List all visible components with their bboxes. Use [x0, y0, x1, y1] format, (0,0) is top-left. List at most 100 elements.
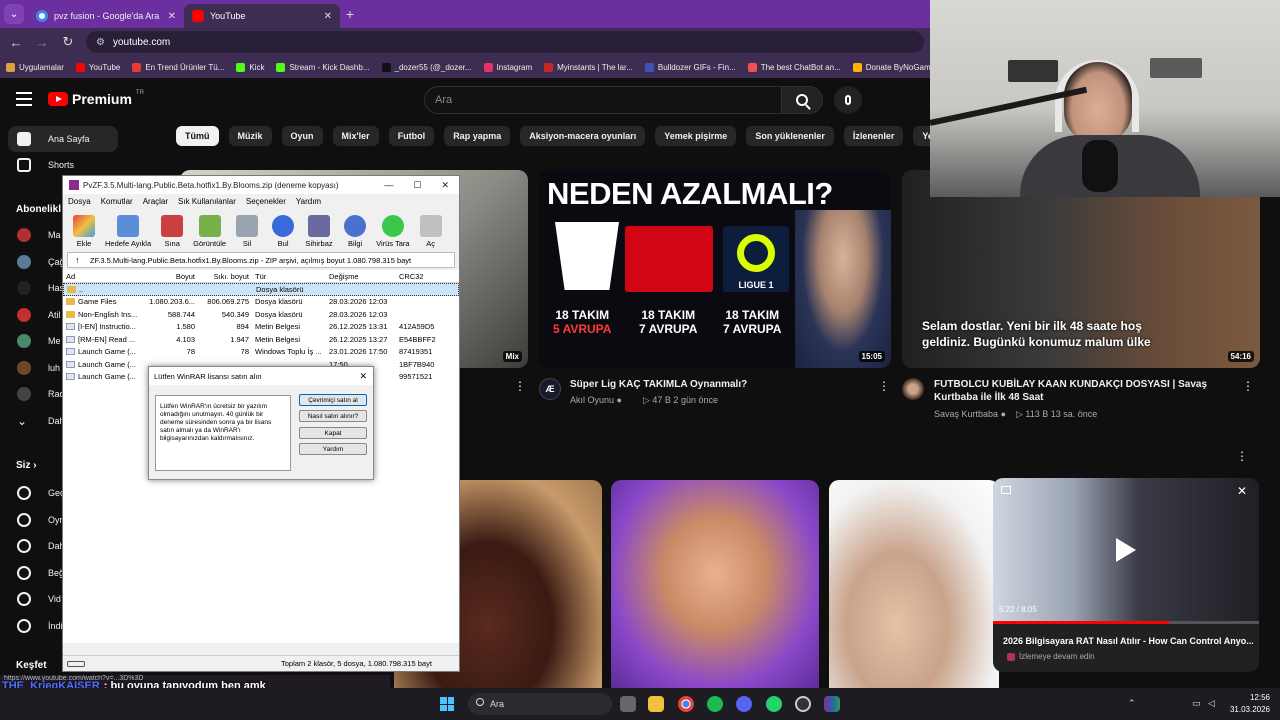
bookmark-item[interactable]: Bulldozer GIFs - Fin...: [644, 62, 736, 72]
close-tab-icon[interactable]: ✕: [324, 11, 332, 22]
start-icon[interactable]: [440, 697, 454, 711]
tab-youtube[interactable]: YouTube ✕: [184, 4, 340, 28]
youtube-logo[interactable]: Premium TR: [48, 90, 144, 107]
search-input[interactable]: Ara: [424, 86, 782, 114]
more-actions-icon[interactable]: ⋮: [1242, 379, 1254, 393]
toolbar-button-wizard[interactable]: Sihirbaz: [304, 215, 334, 248]
taskbar-search[interactable]: Ara: [468, 693, 612, 715]
menu-icon[interactable]: [16, 92, 32, 106]
video-title[interactable]: Süper Lig KAÇ TAKIMLA Oynanmalı?: [570, 378, 870, 391]
help-button[interactable]: Yardım: [299, 443, 367, 455]
winrar-menu-item[interactable]: Araçlar: [143, 197, 168, 206]
column-size[interactable]: Boyut: [141, 272, 195, 281]
file-row[interactable]: [I-EN] Instructio... 1.580 894 Metin Belges…: [63, 321, 459, 334]
toolbar-button-info[interactable]: Bilgi: [340, 215, 370, 248]
chrome-icon[interactable]: [678, 696, 694, 712]
file-row[interactable]: [RM-EN] Read ... 4.103 1.947 Metin Belgesi 2…: [63, 333, 459, 346]
bookmark-item[interactable]: The best ChatBot an...: [747, 62, 841, 72]
reload-button[interactable]: ↻: [60, 34, 76, 50]
video-title[interactable]: FUTBOLCU KUBİLAY KAAN KUNDAKÇI DOSYASI |…: [934, 378, 1224, 404]
filter-chip[interactable]: Futbol: [388, 126, 435, 146]
file-row[interactable]: Non-English Ins... 588.744 540.349 Dosya kl…: [63, 308, 459, 321]
column-type[interactable]: Tür: [249, 272, 329, 281]
close-icon[interactable]: ✕: [1237, 484, 1247, 498]
filter-chip[interactable]: Son yüklenenler: [746, 126, 834, 146]
channel-avatar[interactable]: [902, 378, 924, 400]
minimize-icon[interactable]: —: [384, 180, 393, 191]
column-crc[interactable]: CRC32: [395, 272, 445, 281]
section-more-icon[interactable]: ⋮: [1236, 449, 1248, 463]
tab-google-search[interactable]: pvz fusion - Google'da Ara ✕: [28, 4, 184, 28]
tray-chevron-icon[interactable]: ⌃: [1128, 698, 1136, 709]
bookmark-item[interactable]: Myinstants | The lar...: [544, 62, 633, 72]
winrar-taskbar-icon[interactable]: [824, 696, 840, 712]
file-row[interactable]: Launch Game (... 78 78 Windows Toplu İş ...…: [63, 346, 459, 359]
toolbar-button-extract[interactable]: Hedefe Ayıkla: [105, 215, 151, 248]
winrar-menu-item[interactable]: Yardım: [296, 197, 321, 206]
file-row[interactable]: Game Files 1.080.203.6... 806.069.275 Dosya…: [63, 296, 459, 309]
discord-icon[interactable]: [736, 696, 752, 712]
close-tab-icon[interactable]: ✕: [168, 11, 176, 22]
toolbar-button-find[interactable]: Bul: [268, 215, 298, 248]
shorts-thumbnail-eating[interactable]: [611, 480, 819, 688]
column-name[interactable]: Ad: [63, 272, 141, 281]
bookmark-item[interactable]: Donate ByNoGam: [852, 62, 930, 72]
mini-player[interactable]: 5:22 / 8:05 ✕ 2026 Bilgisayara RAT Nasıl…: [993, 478, 1259, 672]
bookmark-item[interactable]: YouTube: [75, 62, 120, 72]
explorer-icon[interactable]: [648, 696, 664, 712]
filter-chip[interactable]: Oyun: [281, 126, 323, 146]
winrar-menu-item[interactable]: Sık Kullanılanlar: [178, 197, 236, 206]
filter-chip[interactable]: Mix'ler: [332, 126, 379, 146]
filter-chip[interactable]: Müzik: [228, 126, 272, 146]
spotify-icon[interactable]: [707, 696, 723, 712]
bookmark-item[interactable]: _dozer55 (@_dozer...: [381, 62, 472, 72]
back-button[interactable]: ←: [8, 35, 24, 50]
channel-name[interactable]: Akıl Oyunu ●: [570, 395, 622, 405]
taskbar-clock[interactable]: 12:56 31.03.2026: [1230, 692, 1270, 716]
shorts-thumbnail-face[interactable]: [829, 480, 999, 688]
site-info-icon[interactable]: ⚙: [96, 37, 105, 48]
expand-icon[interactable]: [1001, 486, 1011, 494]
more-actions-icon[interactable]: ⋮: [514, 379, 526, 393]
bookmark-item[interactable]: Stream - Kick Dashb...: [276, 62, 370, 72]
url-input[interactable]: ⚙ youtube.com: [86, 31, 924, 53]
winrar-menu-item[interactable]: Dosya: [68, 197, 91, 206]
filter-chip[interactable]: Tümü: [176, 126, 219, 146]
video-thumbnail-kurtbaba[interactable]: Selam dostlar. Yeni bir ilk 48 saate hoş…: [902, 170, 1260, 368]
obs-icon[interactable]: [795, 696, 811, 712]
whatsapp-icon[interactable]: [766, 696, 782, 712]
search-button[interactable]: [781, 86, 823, 114]
volume-icon[interactable]: ◁: [1208, 698, 1215, 709]
you-title[interactable]: Siz ›: [16, 460, 37, 471]
up-icon[interactable]: ↑: [75, 255, 80, 265]
toolbar-button-open[interactable]: Aç: [416, 215, 446, 248]
maximize-icon[interactable]: ☐: [413, 180, 421, 191]
tab-search-button[interactable]: ⌄: [4, 4, 24, 24]
filter-chip[interactable]: Rap yapma: [444, 126, 511, 146]
close-icon[interactable]: ✕: [441, 180, 449, 191]
channel-avatar[interactable]: Æ: [539, 378, 561, 400]
winrar-path-bar[interactable]: ↑ ZF.3.5.Multi-lang.Public.Beta.hotfix1.…: [67, 252, 455, 268]
network-icon[interactable]: ▭: [1192, 698, 1201, 709]
filter-chip[interactable]: Aksiyon-macera oyunları: [520, 126, 646, 146]
close-icon[interactable]: ✕: [359, 371, 373, 382]
toolbar-button-add[interactable]: Ekle: [69, 215, 99, 248]
progress-bar[interactable]: [993, 621, 1259, 624]
mini-player-video[interactable]: 5:22 / 8:05 ✕: [993, 478, 1259, 624]
voice-search-button[interactable]: [834, 86, 862, 114]
more-actions-icon[interactable]: ⋮: [878, 379, 890, 393]
bookmark-item[interactable]: Uygulamalar: [6, 62, 64, 72]
toolbar-button-test[interactable]: Sına: [157, 215, 187, 248]
close-button[interactable]: Kapat: [299, 427, 367, 439]
filter-chip[interactable]: İzlenenler: [843, 126, 904, 146]
sidebar-item-home[interactable]: Ana Sayfa: [8, 126, 118, 152]
bookmark-item[interactable]: Kick: [236, 62, 264, 72]
license-dialog[interactable]: Lütfen WinRAR lisansı satın alın ✕ Lütfe…: [148, 366, 374, 480]
bookmark-item[interactable]: Instagram: [483, 62, 532, 72]
bookmark-item[interactable]: En Trend Ürünler Tü...: [132, 62, 224, 72]
task-view-icon[interactable]: [620, 696, 636, 712]
winrar-menu-item[interactable]: Seçenekler: [246, 197, 286, 206]
winrar-title-bar[interactable]: PvZF.3.5.Multi-lang.Public.Beta.hotfix1.…: [63, 176, 459, 194]
forward-button[interactable]: →: [34, 35, 50, 50]
how-to-buy-button[interactable]: Nasıl satın alınır?: [299, 410, 367, 422]
